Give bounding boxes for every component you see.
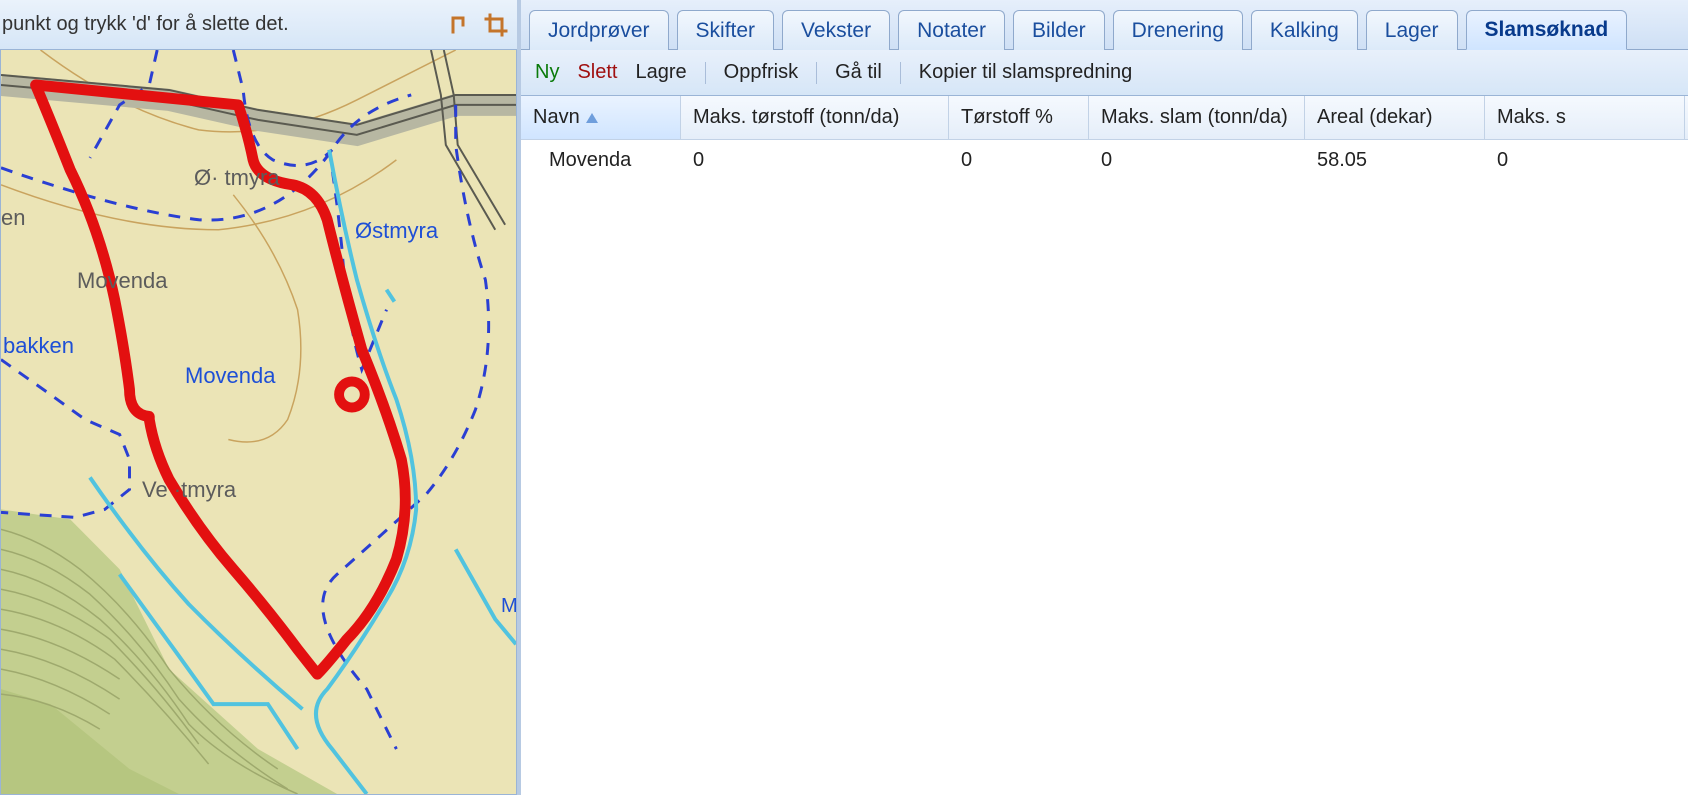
column-header-areal[interactable]: Areal (dekar): [1305, 96, 1485, 139]
refresh-button[interactable]: Oppfrisk: [720, 59, 802, 86]
copy-to-spredning-button[interactable]: Kopier til slamspredning: [915, 59, 1136, 86]
tab-strip: Jordprøver Skifter Vekster Notater Bilde…: [521, 0, 1688, 50]
toolbar-separator: [900, 62, 901, 84]
measure-tool-icon[interactable]: [449, 12, 475, 38]
right-panel: Jordprøver Skifter Vekster Notater Bilde…: [521, 0, 1688, 795]
map-label-m-cut: M: [501, 595, 517, 618]
tab-drenering[interactable]: Drenering: [1113, 10, 1243, 50]
column-header-maks-torstoff[interactable]: Maks. tørstoff (tonn/da): [681, 96, 949, 139]
map-label-en: en: [1, 205, 25, 231]
cell-navn: Movenda: [521, 149, 681, 172]
grid-body: Movenda 0 0 0 58.05 0: [521, 140, 1688, 180]
tab-bilder[interactable]: Bilder: [1013, 10, 1105, 50]
left-panel: punkt og trykk 'd' for å slette det.: [0, 0, 521, 795]
cell-maks-s: 0: [1485, 149, 1685, 172]
column-header-maks-s[interactable]: Maks. s: [1485, 96, 1685, 139]
column-header-maks-slam[interactable]: Maks. slam (tonn/da): [1089, 96, 1305, 139]
map-label-vestmyra: Ve ·tmyra: [142, 477, 236, 503]
sort-ascending-icon: [586, 113, 598, 123]
tab-skifter[interactable]: Skifter: [677, 10, 775, 50]
map-hint-text: punkt og trykk 'd' for å slette det.: [2, 13, 289, 36]
map-label-ostmyra-blue: Østmyra: [355, 218, 438, 244]
tab-notater[interactable]: Notater: [898, 10, 1005, 50]
tab-jordprover[interactable]: Jordprøver: [529, 10, 669, 50]
cell-torstoff-pct: 0: [949, 149, 1089, 172]
new-button[interactable]: Ny: [531, 59, 563, 86]
column-header-label: Navn: [533, 106, 580, 129]
cell-maks-slam: 0: [1089, 149, 1305, 172]
save-button[interactable]: Lagre: [631, 59, 690, 86]
tab-slamsoknad[interactable]: Slamsøknad: [1466, 10, 1628, 50]
tab-lager[interactable]: Lager: [1366, 10, 1458, 50]
toolbar-separator: [705, 62, 706, 84]
goto-button[interactable]: Gå til: [831, 59, 886, 86]
tab-kalking[interactable]: Kalking: [1251, 10, 1358, 50]
column-header-navn[interactable]: Navn: [521, 96, 681, 139]
cell-areal: 58.05: [1305, 149, 1485, 172]
delete-button[interactable]: Slett: [573, 59, 621, 86]
column-header-label: Tørstoff %: [961, 106, 1053, 129]
crop-tool-icon[interactable]: [483, 12, 509, 38]
column-header-label: Maks. tørstoff (tonn/da): [693, 106, 899, 129]
cell-maks-torstoff: 0: [681, 149, 949, 172]
tab-vekster[interactable]: Vekster: [782, 10, 890, 50]
record-toolbar: Ny Slett Lagre Oppfrisk Gå til Kopier ti…: [521, 50, 1688, 96]
map-label-movenda-blue: Movenda: [185, 363, 276, 389]
map-toolbar: punkt og trykk 'd' for å slette det.: [0, 0, 517, 50]
map-label-bakken: bakken: [3, 333, 74, 359]
column-header-label: Maks. s: [1497, 106, 1566, 129]
table-row[interactable]: Movenda 0 0 0 58.05 0: [521, 140, 1688, 180]
map-label-movenda-grey: Movenda: [77, 268, 168, 294]
map-view[interactable]: Ø· tmyra Østmyra en Movenda bakken Moven…: [0, 50, 517, 795]
map-label-ostmyra-grey: Ø· tmyra: [194, 165, 280, 191]
column-header-label: Areal (dekar): [1317, 106, 1433, 129]
column-header-label: Maks. slam (tonn/da): [1101, 106, 1288, 129]
data-grid: Navn Maks. tørstoff (tonn/da) Tørstoff %…: [521, 96, 1688, 795]
column-header-torstoff-pct[interactable]: Tørstoff %: [949, 96, 1089, 139]
toolbar-separator: [816, 62, 817, 84]
grid-header: Navn Maks. tørstoff (tonn/da) Tørstoff %…: [521, 96, 1688, 140]
